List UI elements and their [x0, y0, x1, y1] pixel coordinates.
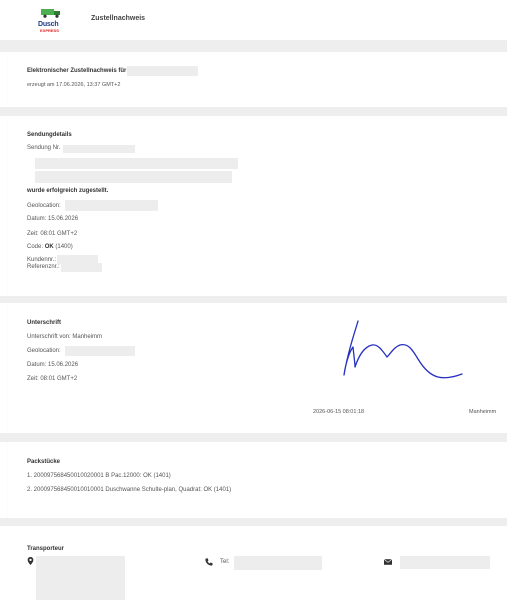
- geolocation-redacted: [65, 200, 158, 211]
- delivery-time: Zeit: 08:01 GMT+2: [27, 231, 78, 237]
- delivered-text: wurde erfolgreich zugestellt.: [27, 188, 109, 194]
- section-divider: [0, 40, 507, 52]
- address-redacted: [35, 158, 238, 169]
- packages-heading: Packstücke: [27, 459, 61, 465]
- section-divider: [0, 296, 507, 303]
- truck-icon: [41, 9, 60, 18]
- customer-number-label: Kundennr.:: [27, 257, 57, 263]
- generated-date: erzeugt am 17.06.2026, 13:37 GMT+2: [27, 82, 121, 88]
- signature-section: Unterschrift Unterschrift von: Manheimm …: [8, 303, 507, 433]
- company-logo: Dusch EXPRESS: [38, 7, 64, 33]
- phone-number-redacted: [234, 556, 322, 570]
- phone-icon: [205, 558, 213, 566]
- signature-geolocation-label: Geolocation:: [27, 348, 61, 354]
- header: Dusch EXPRESS Zustellnachweis: [0, 0, 507, 40]
- section-divider: [0, 107, 507, 116]
- shipment-section: Sendungdetails Sendung Nr. wurde erfolgr…: [8, 116, 507, 296]
- signature-time: Zeit: 08:01 GMT+2: [27, 376, 78, 382]
- page-title: Zustellnachweis: [91, 15, 146, 22]
- carrier-heading: Transporteur: [27, 546, 65, 552]
- logo-brand: Dusch: [38, 21, 59, 28]
- address-redacted: [35, 171, 232, 183]
- proof-section: Elektronischer Zustellnachweis für erzeu…: [8, 52, 507, 107]
- tel-label: Tel:: [220, 559, 230, 565]
- signature-date: Datum: 15.06.2026: [27, 362, 79, 368]
- shipment-number-label: Sendung Nr.: [27, 145, 61, 151]
- handwritten-signature: [343, 320, 463, 379]
- packages-section: Packstücke 1. 200097568450010020001 B Pa…: [8, 442, 507, 518]
- envelope-icon: [384, 559, 392, 565]
- signature-geolocation-redacted: [65, 346, 135, 356]
- map-marker-icon: [27, 557, 34, 565]
- shipment-number-redacted: [63, 145, 135, 153]
- package-item: 1. 200097568450010020001 B Pac.12000: OK…: [27, 473, 171, 479]
- signature-heading: Unterschrift: [27, 320, 62, 326]
- delivery-code: Code: OK (1400): [27, 244, 73, 250]
- signature-timestamp: 2026-06-15 08:01:18: [313, 409, 365, 415]
- reference-number-label: Referenznr.:: [27, 264, 60, 270]
- carrier-address-redacted: [36, 556, 125, 600]
- code-number: (1400): [55, 244, 73, 250]
- section-divider: [0, 433, 507, 442]
- section-divider: [0, 518, 507, 526]
- signer-name: Manheimm: [469, 409, 497, 415]
- recipient-redacted: [127, 66, 198, 76]
- delivery-date: Datum: 15.06.2026: [27, 216, 79, 222]
- code-value: OK: [44, 244, 54, 250]
- proof-heading: Elektronischer Zustellnachweis für: [27, 68, 127, 74]
- carrier-section: Transporteur Tel:: [8, 526, 507, 612]
- email-redacted: [400, 556, 490, 569]
- package-item: 2. 200097568450010010001 Duschwanne Schu…: [27, 487, 232, 493]
- geolocation-label: Geolocation:: [27, 203, 61, 209]
- shipment-heading: Sendungdetails: [27, 132, 72, 138]
- reference-number-redacted: [61, 263, 102, 272]
- logo-sub: EXPRESS: [40, 28, 59, 33]
- code-label: Code:: [27, 244, 44, 250]
- signed-by: Unterschrift von: Manheimm: [27, 334, 103, 340]
